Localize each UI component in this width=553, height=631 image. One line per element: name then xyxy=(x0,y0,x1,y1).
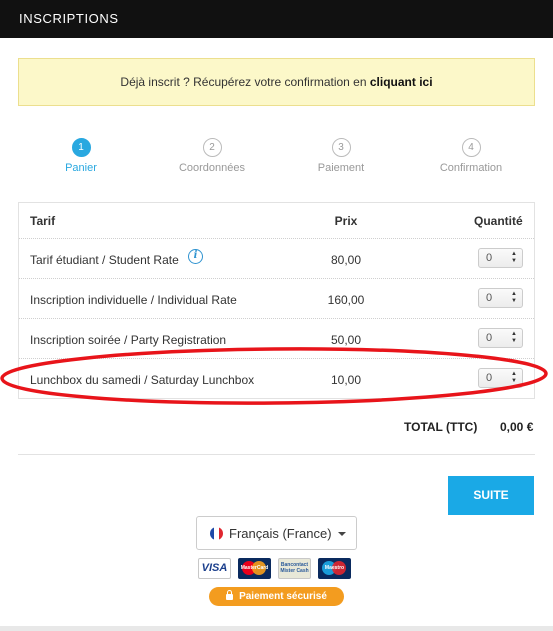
table-header: Tarif Prix Quantité xyxy=(19,203,534,239)
secure-label: Paiement sécurisé xyxy=(239,591,327,602)
language-label: Français (France) xyxy=(229,526,332,541)
quantity-value: 0 xyxy=(486,372,493,384)
select-arrows-icon: ▲ ▼ xyxy=(511,371,517,384)
chevron-down-icon xyxy=(338,532,346,536)
step-coordonnees: 2 Coordonnées xyxy=(157,138,267,174)
table-row: Tarif étudiant / Student Rate i 80,00 0 … xyxy=(19,239,534,279)
card-name: Maestro xyxy=(324,565,345,571)
rate-label: Inscription soirée / Party Registration xyxy=(30,333,227,347)
step-number: 1 xyxy=(71,138,91,157)
table-row: Inscription individuelle / Individual Ra… xyxy=(19,279,534,319)
rate-price: 80,00 xyxy=(330,253,362,267)
quantity-select[interactable]: 0 ▲ ▼ xyxy=(478,288,523,308)
select-arrows-icon: ▲ ▼ xyxy=(511,251,517,264)
retrieve-confirmation-link[interactable]: cliquant ici xyxy=(370,75,433,89)
suite-button[interactable]: SUITE xyxy=(448,476,534,515)
table-row: Lunchbox du samedi / Saturday Lunchbox 1… xyxy=(19,359,534,399)
column-header-quantite: Quantité xyxy=(474,214,523,228)
step-panier[interactable]: 1 Panier xyxy=(26,138,136,174)
footer-strip xyxy=(0,626,553,631)
quantity-value: 0 xyxy=(486,252,493,264)
step-label: Coordonnées xyxy=(178,162,246,174)
rate-label: Tarif étudiant / Student Rate xyxy=(30,253,179,267)
select-arrows-icon: ▲ ▼ xyxy=(511,331,517,344)
rate-price: 160,00 xyxy=(327,293,365,307)
rate-price: 50,00 xyxy=(330,333,362,347)
secure-payment-badge: Paiement sécurisé xyxy=(209,587,344,606)
language-select[interactable]: Français (France) xyxy=(196,516,357,550)
rate-price: 10,00 xyxy=(330,373,362,387)
quantity-select[interactable]: 0 ▲ ▼ xyxy=(478,368,523,388)
info-icon[interactable]: i xyxy=(188,249,203,264)
page-title: INSCRIPTIONS xyxy=(19,11,119,26)
table-row: Inscription soirée / Party Registration … xyxy=(19,319,534,359)
maestro-card-icon: Maestro xyxy=(318,558,351,579)
rate-label: Lunchbox du samedi / Saturday Lunchbox xyxy=(30,373,255,387)
step-label: Panier xyxy=(65,162,97,174)
notice-text: Déjà inscrit ? Récupérez votre confirmat… xyxy=(120,75,370,89)
header-bar: INSCRIPTIONS xyxy=(0,0,553,38)
bancontact-card-icon: Bancontact Mister Cash xyxy=(278,558,311,579)
divider xyxy=(18,454,535,455)
step-label: Paiement xyxy=(317,162,365,174)
step-confirmation: 4 Confirmation xyxy=(416,138,526,174)
french-flag-icon xyxy=(210,527,223,540)
mastercard-card-icon: MasterCard xyxy=(238,558,271,579)
quantity-value: 0 xyxy=(486,332,493,344)
step-number: 4 xyxy=(461,138,481,157)
quantity-select[interactable]: 0 ▲ ▼ xyxy=(478,248,523,268)
column-header-tarif: Tarif xyxy=(30,214,56,228)
visa-card-icon: VISA xyxy=(198,558,231,579)
quantity-select[interactable]: 0 ▲ ▼ xyxy=(478,328,523,348)
column-header-prix: Prix xyxy=(334,214,358,228)
total-label: TOTAL (TTC) xyxy=(404,420,478,434)
quantity-value: 0 xyxy=(486,292,493,304)
already-registered-notice: Déjà inscrit ? Récupérez votre confirmat… xyxy=(18,58,535,106)
step-number: 3 xyxy=(331,138,351,157)
tariff-table: Tarif Prix Quantité Tarif étudiant / Stu… xyxy=(18,202,535,399)
step-label: Confirmation xyxy=(439,162,503,174)
step-paiement: 3 Paiement xyxy=(286,138,396,174)
step-number: 2 xyxy=(202,138,222,157)
select-arrows-icon: ▲ ▼ xyxy=(511,291,517,304)
rate-label: Inscription individuelle / Individual Ra… xyxy=(30,293,237,307)
card-name: MasterCard xyxy=(240,565,269,571)
lock-icon xyxy=(226,590,234,600)
total-value: 0,00 € xyxy=(500,420,534,434)
